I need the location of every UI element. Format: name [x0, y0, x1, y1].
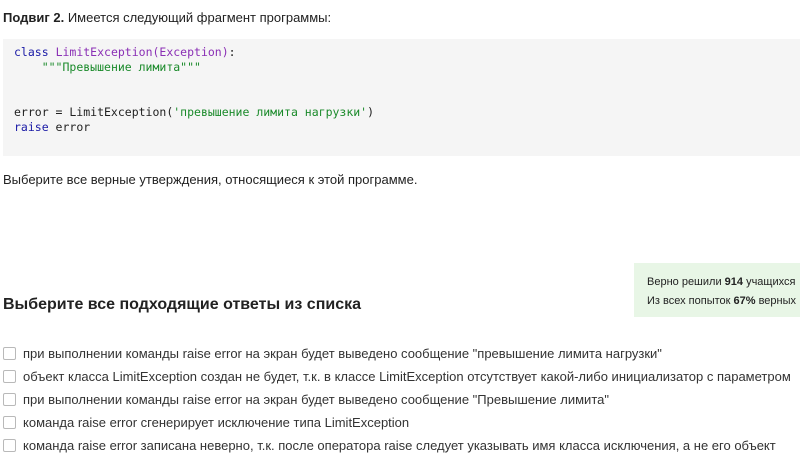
code-keyword-raise: raise [14, 120, 49, 134]
checkbox[interactable] [3, 393, 16, 406]
option-3[interactable]: при выполнении команды raise error на эк… [3, 388, 791, 411]
problem-label: Подвиг 2. [3, 10, 65, 25]
stats-solved: Верно решили 914 учащихся [647, 276, 796, 288]
code-string-arg: 'превышение лимита нагрузки' [173, 105, 368, 119]
option-label: при выполнении команды raise error на эк… [23, 392, 609, 407]
code-class-name: LimitException(Exception) [55, 45, 229, 59]
code-text: class LimitException(Exception): """Прев… [14, 45, 374, 135]
code-paren: ) [367, 105, 375, 119]
checkbox[interactable] [3, 347, 16, 360]
options-list: при выполнении команды raise error на эк… [3, 342, 791, 457]
option-label: команда raise error сгенерирует исключен… [23, 415, 410, 430]
option-label: объект класса LimitException создан не б… [23, 369, 791, 384]
option-4[interactable]: команда raise error сгенерирует исключен… [3, 411, 791, 434]
stats-panel: Верно решили 914 учащихся Из всех попыто… [634, 263, 800, 317]
option-5[interactable]: команда raise error записана неверно, т.… [3, 434, 791, 457]
option-2[interactable]: объект класса LimitException создан не б… [3, 365, 791, 388]
code-keyword-class: class [14, 45, 49, 59]
code-colon: : [228, 45, 236, 59]
problem-intro-text: Имеется следующий фрагмент программы: [64, 10, 332, 25]
checkbox[interactable] [3, 439, 16, 452]
problem-intro: Подвиг 2. Имеется следующий фрагмент про… [3, 10, 331, 25]
checkbox[interactable] [3, 370, 16, 383]
code-block: class LimitException(Exception): """Прев… [3, 39, 800, 156]
solved-count: 914 [724, 276, 744, 288]
option-label: команда raise error записана неверно, т.… [23, 438, 776, 453]
stats-attempts: Из всех попыток 67% верных [647, 295, 797, 307]
code-assignment: error = LimitException( [14, 105, 174, 119]
option-1[interactable]: при выполнении команды raise error на эк… [3, 342, 791, 365]
answers-title: Выберите все подходящие ответы из списка [3, 296, 361, 313]
code-raise-target: error [48, 120, 91, 134]
code-docstring: """Превышение лимита""" [41, 60, 201, 74]
option-label: при выполнении команды raise error на эк… [23, 346, 662, 361]
checkbox[interactable] [3, 416, 16, 429]
question-text: Выберите все верные утверждения, относящ… [3, 172, 418, 187]
attempts-percent: 67% [733, 295, 756, 307]
